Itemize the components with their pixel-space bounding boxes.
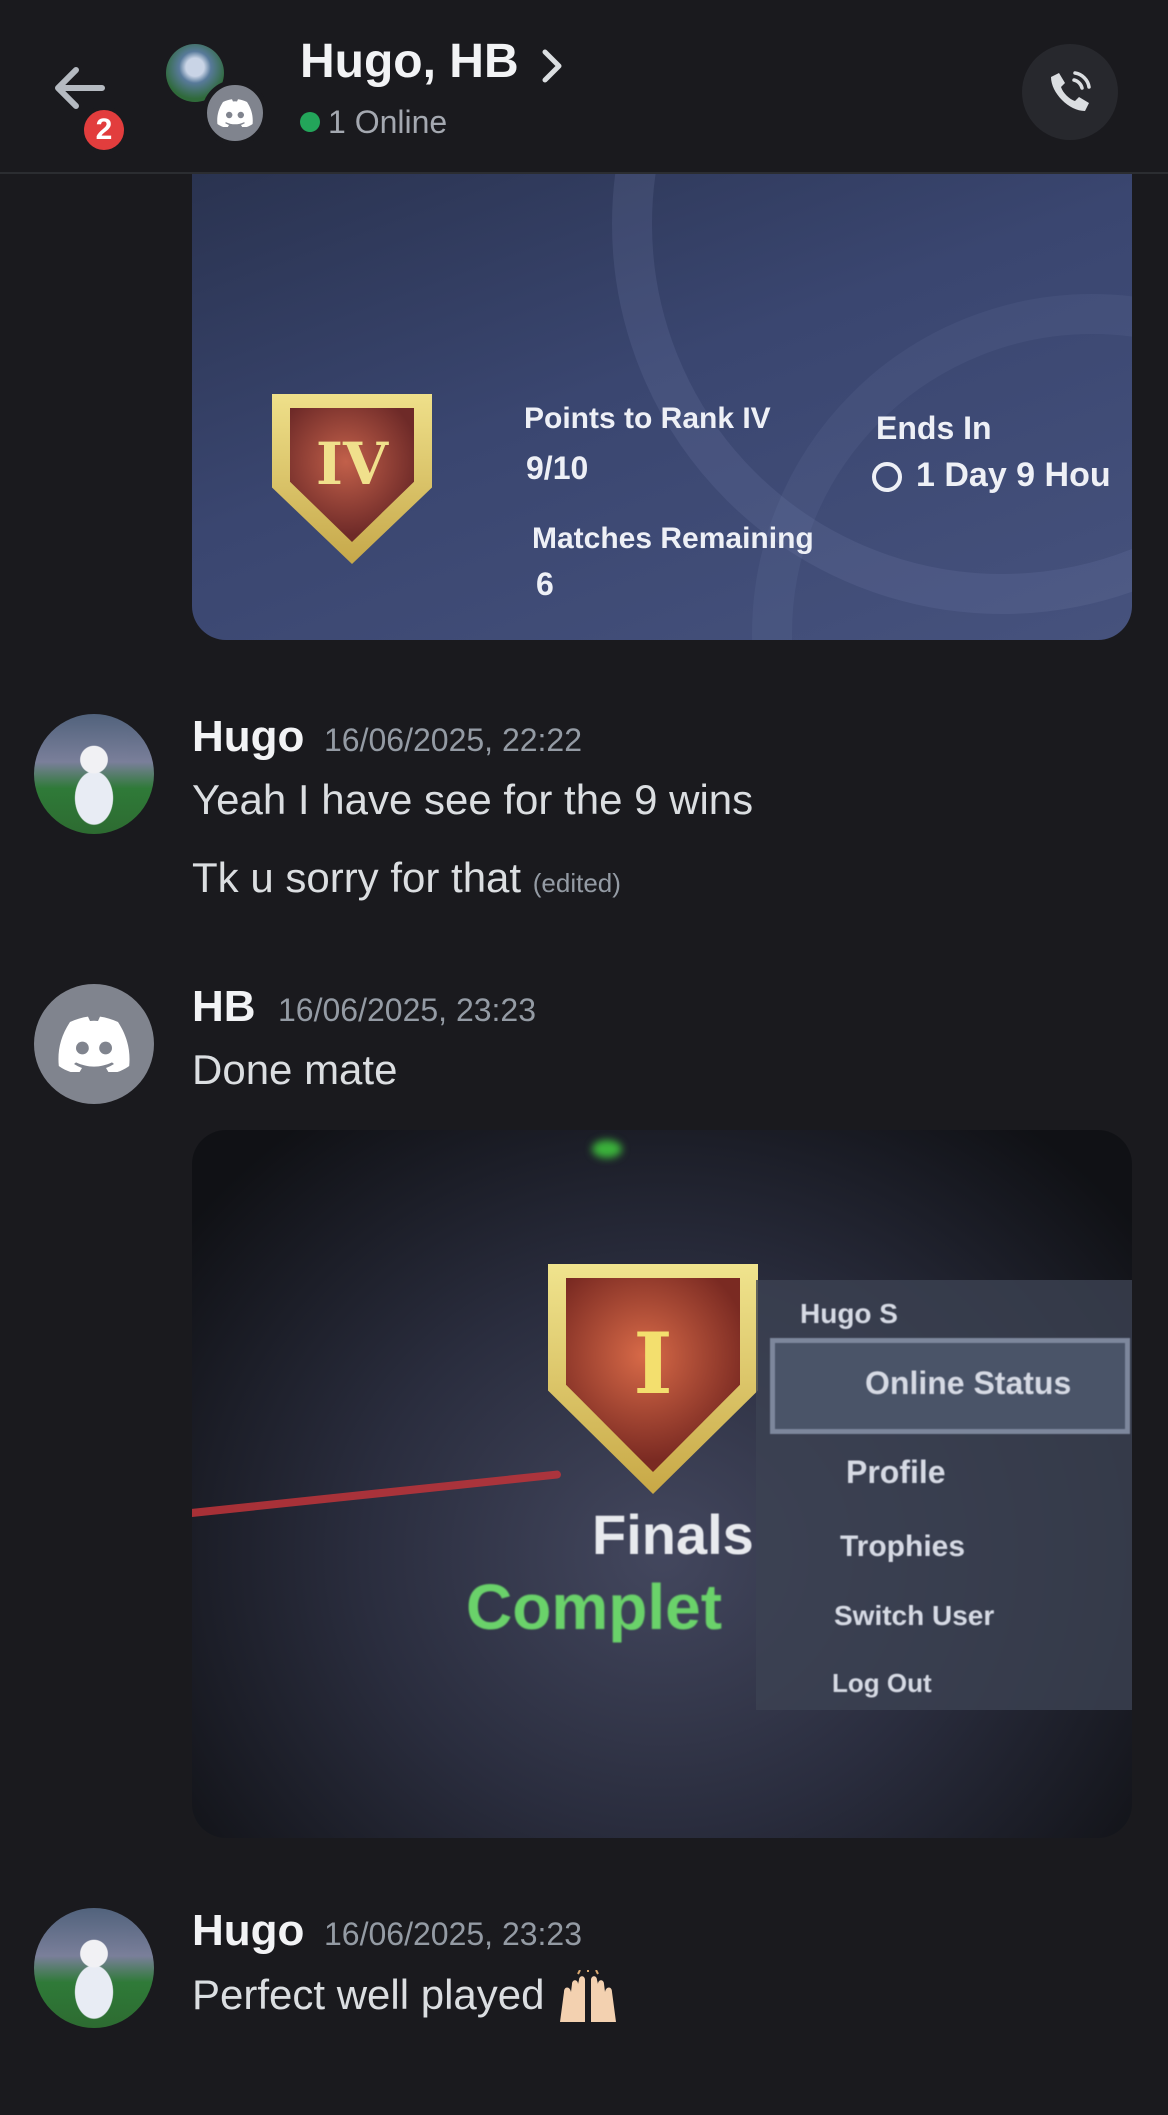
finals-text: Finals: [592, 1503, 754, 1566]
menu-item-switch-user: Switch User: [834, 1600, 995, 1631]
message-timestamp: 16/06/2025, 23:23: [278, 992, 537, 1028]
online-count: 1 Online: [328, 104, 448, 140]
rank-shield-icon: IV: [272, 394, 432, 564]
message-author[interactable]: Hugo: [192, 712, 304, 762]
message-text: Perfect well played: [192, 1970, 620, 2026]
discord-logo-icon: [58, 1016, 130, 1072]
points-value: 9/10: [526, 450, 589, 486]
ends-label: Ends In: [876, 410, 992, 446]
message-author[interactable]: Hugo: [192, 1906, 304, 1956]
message-author[interactable]: HB: [192, 982, 256, 1032]
ends-value: 1 Day 9 Hou: [916, 456, 1111, 494]
voice-call-button[interactable]: [1022, 44, 1118, 140]
unread-badge: 2: [80, 106, 128, 154]
online-status: 1 Online: [300, 104, 447, 141]
matches-value: 6: [536, 566, 554, 602]
green-light: [592, 1140, 622, 1158]
rank-badge-label: I: [633, 1314, 673, 1413]
image-attachment-rank[interactable]: IV Points to Rank IV 9/10 Ends In 1 Day …: [192, 174, 1132, 640]
menu-user: Hugo S: [800, 1298, 898, 1329]
avatar-hugo[interactable]: [34, 1908, 154, 2028]
chat-title[interactable]: Hugo, HB: [300, 34, 519, 89]
raising-hands-icon: [560, 1970, 617, 2022]
menu-item-trophies: Trophies: [840, 1530, 966, 1563]
avatar-hugo[interactable]: [34, 714, 154, 834]
rank-badge-label: IV: [315, 430, 389, 498]
message-text-content: Tk u sorry for that: [192, 854, 522, 901]
message-text: Done mate: [192, 1046, 398, 1093]
chat-header: 2 Hugo, HB 1 Online: [0, 0, 1168, 174]
online-dot-icon: [300, 111, 320, 132]
chevron-right-icon[interactable]: [540, 48, 564, 84]
red-line: [192, 1470, 562, 1518]
avatar-hb[interactable]: [34, 984, 154, 1104]
message-timestamp: 16/06/2025, 22:22: [324, 722, 583, 758]
matches-label: Matches Remaining: [532, 522, 814, 555]
menu-item-log-out: Log Out: [832, 1668, 932, 1698]
rank-shield-icon: I: [548, 1264, 758, 1494]
message-text: Tk u sorry for that (edited): [192, 854, 621, 902]
image-attachment-finals[interactable]: I Finals Complet Hugo S Online Status Pr…: [192, 1130, 1132, 1838]
points-label: Points to Rank IV: [524, 402, 771, 435]
discord-logo-icon: [217, 99, 253, 127]
avatar-hb-small: [202, 80, 268, 146]
stopwatch-icon: [872, 462, 902, 493]
phone-icon: [1051, 71, 1091, 111]
message-text-content: Perfect well played: [192, 1971, 545, 2019]
group-avatar[interactable]: [164, 44, 268, 146]
edited-label: (edited): [532, 868, 621, 898]
complete-text: Complet: [466, 1571, 722, 1643]
console-menu: Hugo S Online Status Profile Trophies Sw…: [756, 1280, 1132, 1710]
menu-item-online-status: Online Status: [770, 1338, 1130, 1434]
menu-item-profile: Profile: [846, 1454, 946, 1490]
ends-value-row: 1 Day 9 Hou: [872, 456, 1111, 495]
message-timestamp: 16/06/2025, 23:23: [324, 1916, 583, 1952]
message-text: Yeah I have see for the 9 wins: [192, 776, 754, 823]
